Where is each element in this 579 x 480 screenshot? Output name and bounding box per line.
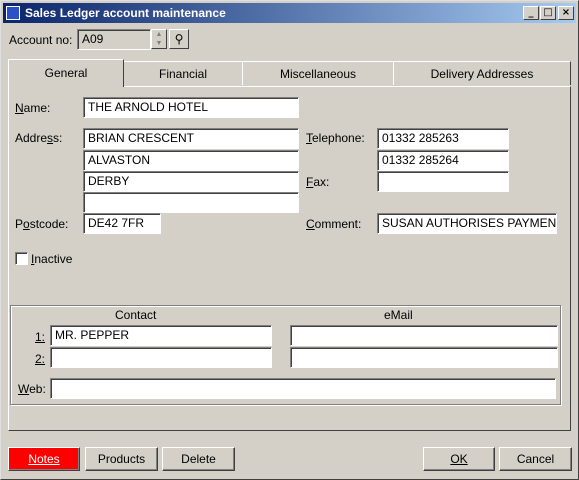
address-line-4-field[interactable]: [83, 192, 299, 213]
delete-button-label: Delete: [181, 452, 216, 466]
web-label: Web:: [18, 382, 46, 396]
contact-1-field[interactable]: MR. PEPPER: [50, 325, 272, 346]
tab-financial[interactable]: Financial: [123, 61, 243, 85]
tab-general[interactable]: General: [8, 59, 124, 87]
app-window: Sales Ledger account maintenance _ □ × A…: [0, 0, 579, 480]
address-label: Address:: [15, 131, 63, 145]
address-line-1-field[interactable]: BRIAN CRESCENT: [83, 128, 299, 149]
account-no-label: Account no:: [9, 33, 73, 47]
minimize-button[interactable]: _: [523, 6, 539, 20]
email-column-header: eMail: [384, 308, 413, 322]
tab-delivery-addresses[interactable]: Delivery Addresses: [393, 61, 571, 85]
contact-row-1-number: 1:: [35, 330, 46, 344]
telephone-label: Telephone:: [306, 131, 365, 145]
inactive-checkbox[interactable]: [15, 252, 28, 265]
maximize-button[interactable]: □: [540, 6, 556, 20]
comment-label: Comment:: [306, 217, 362, 231]
account-no-field[interactable]: A09: [77, 29, 151, 50]
contact-2-field[interactable]: [50, 347, 272, 368]
notes-button[interactable]: Notes: [8, 447, 80, 471]
address-line-2-field[interactable]: ALVASTON: [83, 150, 299, 171]
postcode-field[interactable]: DE42 7FR: [83, 213, 161, 234]
email-1-field[interactable]: [290, 325, 558, 346]
cancel-button[interactable]: Cancel: [499, 447, 572, 471]
fax-label: Fax:: [306, 175, 330, 189]
delete-button[interactable]: Delete: [162, 447, 235, 471]
cancel-button-label: Cancel: [516, 452, 555, 466]
binoculars-search-icon[interactable]: ⚲: [169, 29, 189, 49]
inactive-label: Inactive: [31, 252, 73, 266]
app-icon: [6, 6, 20, 20]
notes-button-label: Notes: [28, 452, 60, 466]
address-line-3-field[interactable]: DERBY: [83, 171, 299, 192]
close-button[interactable]: ×: [558, 6, 574, 20]
account-spinner[interactable]: ▲ ▼: [151, 29, 167, 49]
telephone-1-field[interactable]: 01332 285263: [377, 128, 509, 149]
fax-field[interactable]: [377, 171, 509, 192]
spin-up-icon[interactable]: ▲: [152, 30, 166, 39]
contact-column-header: Contact: [115, 308, 157, 322]
name-label: Name:: [15, 101, 51, 115]
web-field[interactable]: [50, 378, 556, 399]
comment-field[interactable]: SUSAN AUTHORISES PAYMENT: [377, 213, 557, 234]
email-2-field[interactable]: [290, 347, 558, 368]
tab-miscellaneous[interactable]: Miscellaneous: [242, 61, 394, 85]
ok-button[interactable]: OK: [423, 447, 495, 471]
contact-row-2-number: 2:: [35, 352, 46, 366]
title-bar: Sales Ledger account maintenance _ □ ×: [3, 3, 576, 23]
spin-down-icon[interactable]: ▼: [152, 39, 166, 48]
telephone-2-field[interactable]: 01332 285264: [377, 150, 509, 171]
name-field[interactable]: THE ARNOLD HOTEL: [83, 97, 299, 118]
ok-button-label: OK: [450, 452, 468, 466]
products-button[interactable]: Products: [85, 447, 158, 471]
postcode-label: Postcode:: [15, 217, 69, 231]
window-title: Sales Ledger account maintenance: [25, 6, 226, 20]
products-button-label: Products: [97, 452, 146, 466]
